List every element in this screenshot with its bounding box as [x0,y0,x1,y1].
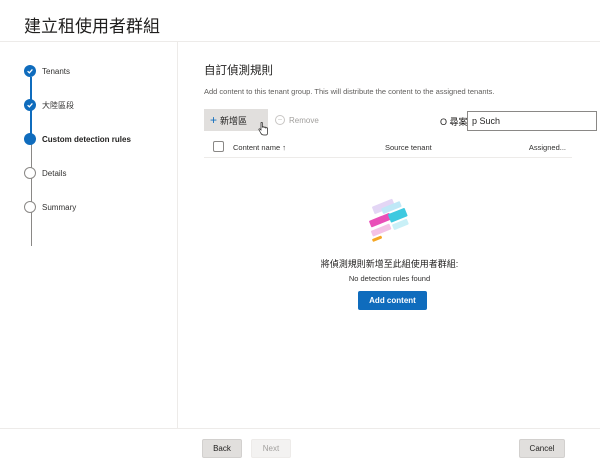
cancel-button[interactable]: Cancel [519,439,565,458]
current-step-icon [24,133,36,145]
wizard-footer: Back Next Cancel [0,428,600,465]
step-custom-detection-rules[interactable]: Custom detection rules [24,131,131,147]
page-title: 建立租使用者群組 [24,17,160,36]
checkmark-icon [24,99,36,111]
pending-step-icon [24,201,36,213]
search-label: O 尋案 [440,117,468,127]
remove-icon: − [275,115,285,125]
section-heading: 自訂偵測規則 [204,65,273,77]
section-description: Add content to this tenant group. This w… [204,87,495,96]
pending-step-icon [24,167,36,179]
step-label: Tenants [42,66,71,76]
select-all-checkbox[interactable] [213,141,224,152]
empty-state-illustration [369,198,409,242]
step-details[interactable]: Details [24,165,66,181]
add-content-button[interactable]: Add content [358,291,427,310]
back-button[interactable]: Back [202,439,242,458]
column-content-name[interactable]: Content name ↑ [233,143,286,152]
empty-state-subtitle: No detection rules found [348,274,431,283]
table-header: Content name ↑ Source tenant Assigned... [204,138,572,158]
remove-label: Remove [289,115,319,125]
step-summary[interactable]: Summary [24,199,76,215]
step-connector [30,144,32,246]
hand-cursor-icon [258,122,268,136]
empty-state-title: 將偵測規則新增至此組使用者群組: [320,259,459,269]
wizard-stepper: Tenants 大陸區段 Custom detection rules Deta… [0,42,178,428]
step-label: Details [42,168,67,178]
step-tenants[interactable]: Tenants [24,63,70,79]
plus-icon: + [210,113,218,127]
step-label: Custom detection rules [42,134,131,144]
search-input[interactable] [467,111,597,131]
column-assigned[interactable]: Assigned... [529,143,566,152]
step-label: 大陸區段 [42,100,74,110]
column-source-tenant[interactable]: Source tenant [385,143,432,152]
remove-button[interactable]: − Remove [275,109,319,131]
main-content: 自訂偵測規則 Add content to this tenant group.… [179,42,600,428]
step-label: Summary [42,202,77,212]
step-region[interactable]: 大陸區段 [24,97,74,113]
checkmark-icon [24,65,36,77]
add-new-label: 新增區 [220,115,248,126]
command-bar: + 新增區 − Remove O 尋案 [204,108,597,136]
next-button[interactable]: Next [251,439,291,458]
wizard-header: 建立租使用者群組 [0,0,600,42]
